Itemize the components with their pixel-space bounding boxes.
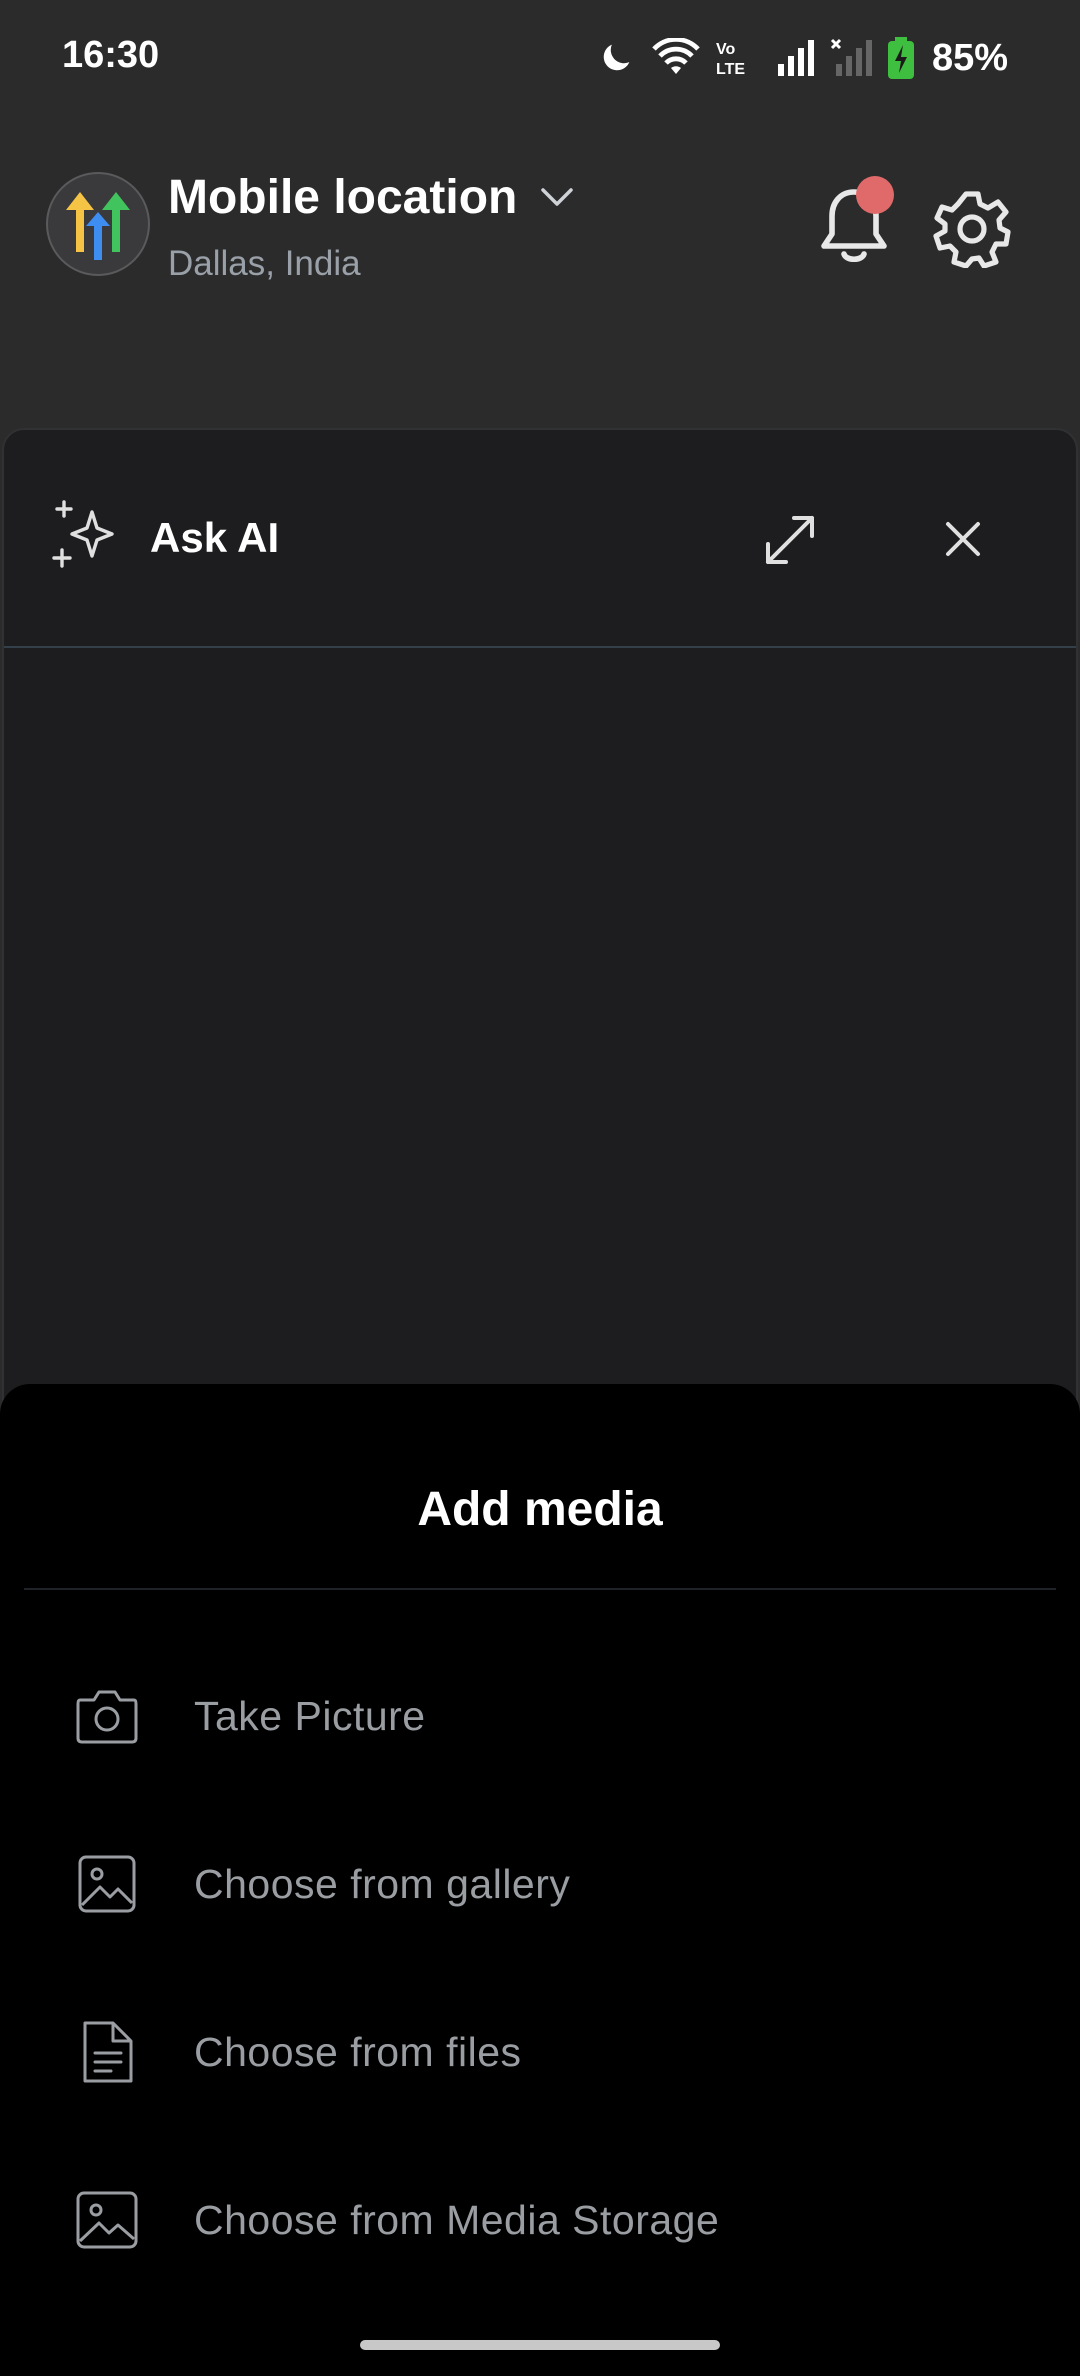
svg-text:Vo: Vo: [716, 41, 735, 58]
take-picture-option[interactable]: Take Picture: [0, 1632, 1080, 1800]
screen: 16:30 Vo LTE 85% Mobile location Dallas,…: [0, 0, 1080, 2376]
choose-media-storage-label: Choose from Media Storage: [194, 2196, 720, 2243]
image-icon: [72, 1849, 142, 1919]
wifi-icon: [652, 38, 700, 74]
sheet-divider: [24, 1588, 1056, 1590]
status-icons: Vo LTE 85%: [596, 30, 1008, 86]
location-subtitle: Dallas, India: [168, 244, 361, 283]
app-logo[interactable]: [46, 172, 150, 276]
moon-icon: [603, 44, 630, 71]
gear-icon[interactable]: [932, 188, 1012, 268]
signal-icon: [777, 40, 814, 76]
image-icon: [72, 2185, 142, 2255]
choose-files-option[interactable]: Choose from files: [0, 1968, 1080, 2136]
take-picture-label: Take Picture: [194, 1692, 426, 1739]
ask-ai-title: Ask AI: [150, 514, 280, 561]
add-media-sheet: Add media Take Picture Choose from galle…: [0, 1384, 1080, 2376]
choose-files-label: Choose from files: [194, 2028, 522, 2075]
svg-text:LTE: LTE: [716, 61, 745, 78]
app-header: Mobile location Dallas, India: [0, 160, 1080, 290]
location-selector[interactable]: Mobile location: [168, 170, 575, 225]
choose-media-storage-option[interactable]: Choose from Media Storage: [0, 2136, 1080, 2304]
expand-icon[interactable]: [760, 510, 820, 570]
signal-no-service-icon: [830, 38, 872, 76]
status-bar: 16:30 Vo LTE 85%: [0, 0, 1080, 120]
app-logo-icon: [66, 192, 130, 260]
volte-icon: Vo LTE: [716, 41, 745, 78]
close-icon[interactable]: [938, 514, 988, 564]
notification-badge: [856, 176, 894, 214]
home-indicator[interactable]: [360, 2340, 720, 2350]
camera-icon: [72, 1681, 142, 1751]
chevron-down-icon: [541, 187, 574, 206]
sheet-title: Add media: [417, 1483, 663, 1536]
file-icon: [72, 2017, 142, 2087]
sparkle-icon: [52, 500, 114, 568]
location-title: Mobile location: [168, 171, 518, 224]
status-time: 16:30: [62, 34, 160, 76]
battery-charging-icon: [887, 37, 914, 79]
ask-ai-header: Ask AI: [4, 430, 1076, 648]
choose-gallery-option[interactable]: Choose from gallery: [0, 1800, 1080, 1968]
choose-gallery-label: Choose from gallery: [194, 1860, 571, 1907]
battery-percent: 85%: [931, 36, 1008, 79]
